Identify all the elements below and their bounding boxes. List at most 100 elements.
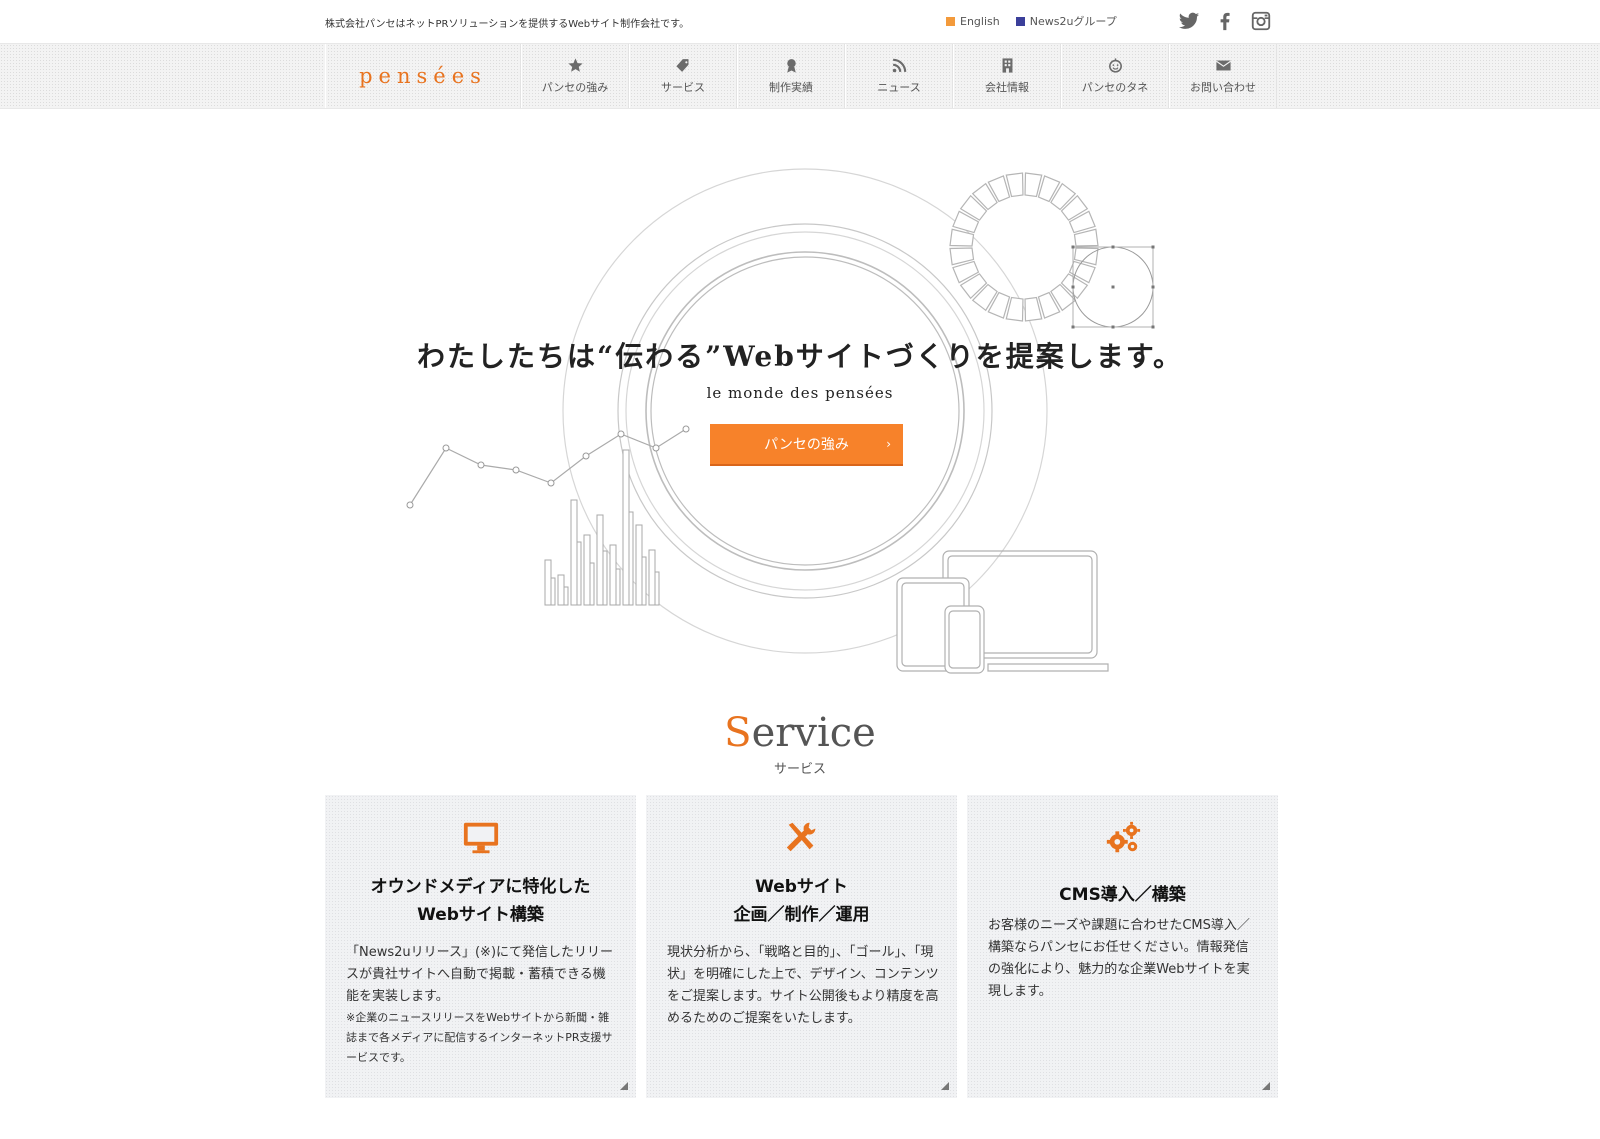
bar: [557, 574, 565, 606]
selection-handle: [1071, 325, 1075, 329]
line-point: [682, 425, 690, 433]
nav-item-label: お問い合わせ: [1190, 81, 1256, 94]
rss-icon: [892, 58, 906, 73]
star-icon: [567, 58, 583, 72]
bar: [589, 562, 595, 606]
corner-arrow-icon: [620, 1082, 628, 1090]
bar: [563, 586, 569, 606]
building-icon: [1002, 58, 1012, 73]
service-title-initial: S: [724, 710, 752, 756]
gears-icon: [1106, 821, 1140, 853]
card-title-line: オウンドメディアに特化した: [370, 877, 591, 897]
card-title: CMS導入／構築: [967, 881, 1278, 909]
smile-icon: [1108, 58, 1122, 73]
card-title-line: Webサイト構築: [417, 905, 544, 925]
bar: [570, 499, 578, 606]
selection-handle: [1151, 285, 1155, 289]
news2u-group-link[interactable]: News2uグループ: [1015, 13, 1117, 29]
square-bullet-icon: [946, 16, 955, 26]
hero-section: わたしたちは“伝わる”Webサイトづくりを提案します。 le monde des…: [0, 110, 1600, 700]
card-title-line: 企画／制作／運用: [733, 905, 870, 925]
nav-item-label: パンセの強み: [541, 81, 609, 94]
main-nav: pensées パンセの強み サービス 制作実績 ニュース 会社情報 パンセのタ…: [0, 43, 1600, 109]
nav-item-contact[interactable]: お問い合わせ: [1169, 44, 1277, 108]
selection-handle: [1151, 325, 1155, 329]
nav-item-strengths[interactable]: パンセの強み: [521, 44, 629, 108]
card-note: ※企業のニュースリリースをWebサイトから新聞・雑誌まで各メディアに配信するイン…: [346, 1011, 613, 1064]
selection-handle: [1111, 245, 1115, 249]
strengths-button[interactable]: パンセの強み ›: [710, 424, 903, 466]
service-card-web-planning[interactable]: Webサイト 企画／制作／運用 現状分析から、「戦略と目的」、「ゴール」、「現状」…: [646, 795, 957, 1098]
service-card-owned-media[interactable]: オウンドメディアに特化した Webサイト構築 「News2uリリース」(※)にて発…: [325, 795, 636, 1098]
nav-item-label: ニュース: [877, 81, 921, 94]
strengths-button-label: パンセの強み: [764, 437, 849, 453]
line-point: [582, 452, 590, 460]
bar: [622, 449, 630, 606]
nav-item-label: サービス: [661, 81, 705, 94]
hero-illustration: [406, 168, 1155, 674]
english-link-label: English: [960, 14, 1000, 28]
envelope-icon: [1215, 60, 1231, 71]
line-point: [477, 461, 485, 469]
selection-handle: [1071, 245, 1075, 249]
tools-icon: [786, 822, 815, 852]
nav-item-news[interactable]: ニュース: [845, 44, 953, 108]
bar: [602, 550, 608, 606]
service-subtitle: サービス: [773, 762, 826, 777]
nav-item-label: パンセのタネ: [1081, 81, 1149, 94]
bar: [609, 544, 617, 606]
twitter-icon[interactable]: [1178, 10, 1200, 32]
service-card-cms[interactable]: CMS導入／構築 お客様のニーズや課題に合わせたCMS導入／構築ならパンセにお任…: [967, 795, 1278, 1098]
line-point: [406, 501, 414, 509]
card-description: 「News2uリリース」(※)にて発信したリリースが貴社サイトへ自動で掲載・蓄積…: [346, 945, 614, 1004]
site-tagline: 株式会社パンセはネットPRソリューションを提供するWebサイト制作会社です。: [325, 19, 690, 30]
nav-item-service[interactable]: サービス: [629, 44, 737, 108]
hero-subtitle: le monde des pensées: [706, 384, 894, 402]
news2u-group-link-label: News2uグループ: [1029, 15, 1117, 28]
bar: [648, 549, 656, 606]
card-description: 現状分析から、「戦略と目的」、「ゴール」、「現状」を明確にした上で、デザイン、コ…: [667, 945, 939, 1026]
line-point: [512, 466, 520, 474]
card-description: お客様のニーズや課題に合わせたCMS導入／構築ならパンセにお任せください。情報発…: [988, 918, 1250, 999]
bar: [576, 541, 582, 606]
service-title: Service: [0, 710, 1600, 756]
award-icon: [786, 59, 796, 73]
top-bar: 株式会社パンセはネットPRソリューションを提供するWebサイト制作会社です。 E…: [0, 0, 1600, 43]
bar: [628, 511, 634, 606]
monitor-icon: [463, 822, 498, 854]
facebook-icon[interactable]: [1214, 10, 1236, 32]
nav-item-label: 制作実績: [769, 81, 813, 94]
square-bullet-icon: [1015, 16, 1025, 26]
line-point: [547, 479, 555, 487]
site-logo[interactable]: pensées: [325, 44, 521, 108]
instagram-icon[interactable]: [1250, 10, 1272, 32]
corner-arrow-icon: [941, 1082, 949, 1090]
line-point: [442, 444, 450, 452]
bar: [635, 524, 643, 606]
bar: [641, 556, 647, 606]
selection-handle: [1071, 285, 1075, 289]
selection-handle: [1111, 285, 1115, 289]
line-point: [652, 444, 660, 452]
nav-item-label: 会社情報: [985, 81, 1029, 94]
social-links: [1178, 10, 1272, 32]
nav-item-seeds[interactable]: パンセのタネ: [1061, 44, 1169, 108]
bar: [550, 577, 556, 606]
selection-handle: [1151, 245, 1155, 249]
bar: [596, 514, 604, 606]
bar: [654, 571, 660, 606]
hero-title: わたしたちは“伝わる”Webサイトづくりを提案します。: [417, 340, 1183, 373]
nav-item-works[interactable]: 制作実績: [737, 44, 845, 108]
corner-arrow-icon: [1262, 1082, 1270, 1090]
service-cards: オウンドメディアに特化した Webサイト構築 「News2uリリース」(※)にて発…: [325, 795, 1278, 1098]
bar: [615, 568, 621, 606]
line-point: [617, 430, 625, 438]
nav-item-company[interactable]: 会社情報: [953, 44, 1061, 108]
service-title-rest: ervice: [751, 710, 876, 756]
card-title: Webサイト 企画／制作／運用: [646, 873, 957, 929]
card-title: オウンドメディアに特化した Webサイト構築: [325, 873, 636, 929]
english-link[interactable]: English: [946, 13, 1000, 29]
bar: [583, 534, 591, 606]
tag-icon: [675, 59, 688, 72]
selection-handle: [1111, 325, 1115, 329]
